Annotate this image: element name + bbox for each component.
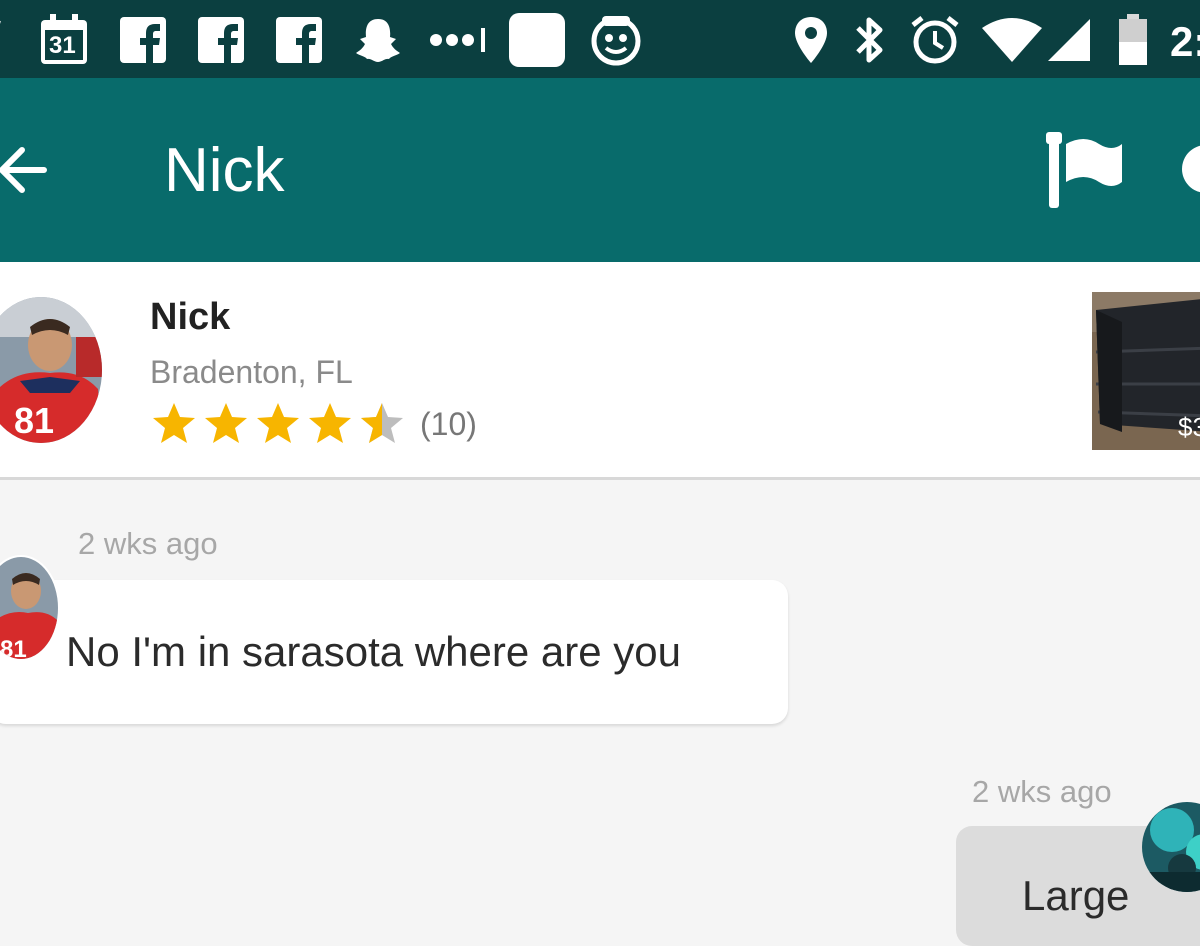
seller-name: Nick: [150, 296, 231, 338]
app-face-icon: [590, 14, 642, 66]
star-icon: [205, 403, 247, 443]
rating-stars: (10): [150, 400, 477, 448]
report-button[interactable]: [1044, 130, 1130, 210]
flag-icon: [1046, 132, 1122, 208]
location-icon: [792, 14, 830, 66]
seller-location: Bradenton, FL: [150, 354, 353, 390]
battery-icon: [1116, 14, 1150, 66]
listing-price: $3: [1178, 412, 1200, 442]
status-bar: 31 2:: [0, 0, 1200, 78]
more-icon: [1182, 145, 1200, 193]
seller-avatar[interactable]: 81: [0, 297, 102, 443]
clock: 2:: [1170, 18, 1200, 65]
facebook-icon: [276, 14, 322, 66]
svg-text:81: 81: [14, 400, 54, 441]
app-bar: Nick: [0, 78, 1200, 262]
message-timestamp: 2 wks ago: [972, 774, 1112, 809]
back-arrow-icon: [0, 147, 47, 193]
more-dots-icon: [428, 14, 488, 66]
listing-thumbnail[interactable]: $3: [1092, 292, 1200, 450]
message-timestamp: 2 wks ago: [78, 526, 218, 561]
snapchat-icon: [354, 14, 402, 66]
more-button[interactable]: [1178, 144, 1200, 194]
alarm-icon: [910, 14, 960, 66]
signal-icon: [1046, 14, 1092, 66]
calendar-icon: 31: [38, 14, 90, 66]
rating-count: (10): [420, 405, 477, 442]
back-button[interactable]: [0, 138, 60, 202]
incoming-message-text: No I'm in sarasota where are you: [66, 628, 681, 675]
partial-icon: [0, 14, 14, 66]
star-icon: [309, 403, 351, 443]
bluetooth-icon: [852, 14, 888, 66]
page-title: Nick: [164, 136, 285, 205]
facebook-icon: [198, 14, 244, 66]
app-square-icon: [508, 13, 566, 67]
calendar-date: 31: [49, 32, 76, 59]
wifi-icon: [980, 14, 1044, 66]
half-star-icon: [361, 403, 403, 443]
facebook-icon: [120, 14, 166, 66]
star-icon: [257, 403, 299, 443]
outgoing-message-text: Large: [1022, 872, 1130, 919]
star-icon: [153, 403, 195, 443]
seller-profile-card[interactable]: 81 Nick Bradenton, FL (10) $3: [0, 262, 1200, 480]
